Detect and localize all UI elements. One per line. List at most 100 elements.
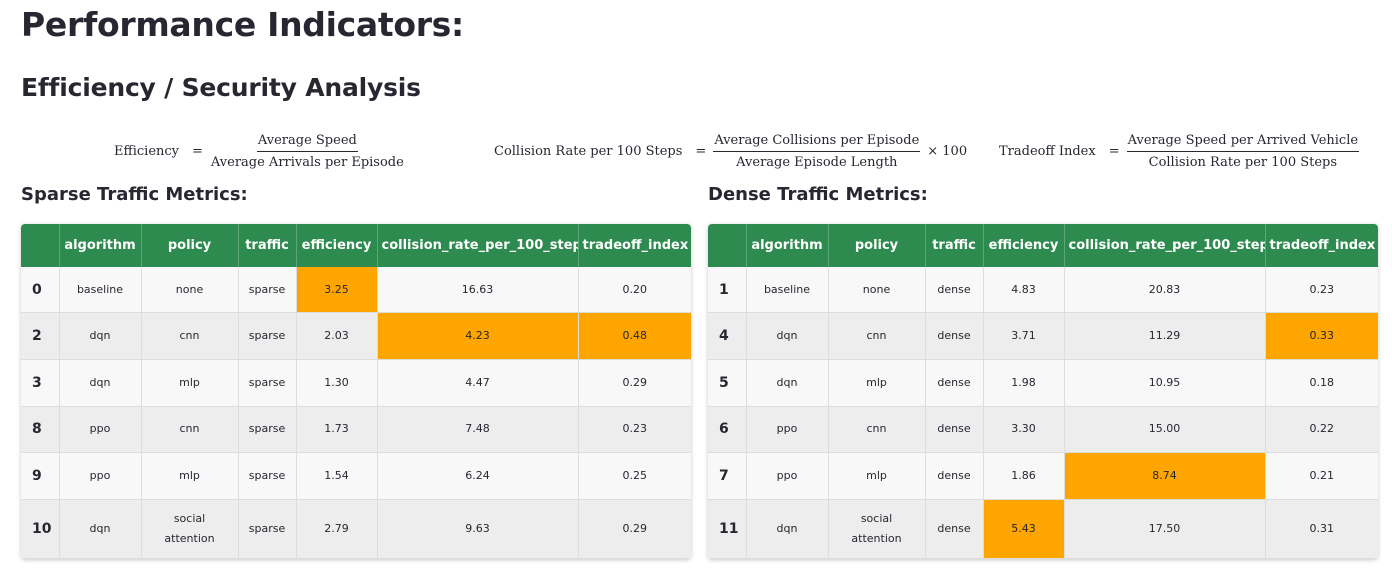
cell-collision-rate: 11.29 (1064, 312, 1266, 360)
cell-tradeoff-index: 0.29 (578, 359, 691, 407)
cell-traffic: sparse (238, 359, 297, 407)
cell-efficiency: 1.98 (983, 359, 1065, 407)
row-index: 7 (708, 452, 747, 500)
column-header-index[interactable] (21, 224, 60, 267)
cell-traffic: dense (925, 312, 984, 360)
cell-policy-line2: attention (851, 532, 902, 545)
row-index: 3 (21, 359, 60, 407)
cell-collision-rate: 10.95 (1064, 359, 1266, 407)
table-row: 6 ppo cnn dense 3.30 15.00 0.22 (708, 406, 1378, 454)
column-header-efficiency[interactable]: efficiency (296, 224, 378, 267)
cell-tradeoff-index: 0.18 (1265, 359, 1378, 407)
formula-lhs: Collision Rate per 100 Steps (494, 143, 683, 159)
column-header-traffic[interactable]: traffic (925, 224, 984, 267)
cell-algorithm: baseline (746, 267, 829, 314)
row-index: 1 (708, 267, 747, 314)
table-row: 11 dqn social attention dense 5.43 17.50… (708, 499, 1378, 559)
cell-traffic: dense (925, 267, 984, 314)
cell-tradeoff-index: 0.23 (578, 406, 691, 454)
table-row: 9 ppo mlp sparse 1.54 6.24 0.25 (21, 452, 691, 500)
table-row: 0 baseline none sparse 3.25 16.63 0.20 (21, 267, 691, 314)
formula-equals: = (695, 143, 707, 159)
cell-policy-line2: attention (164, 532, 215, 545)
cell-collision-rate: 15.00 (1064, 406, 1266, 454)
cell-collision-rate: 4.23 (377, 312, 579, 360)
table-row: 1 baseline none dense 4.83 20.83 0.23 (708, 267, 1378, 314)
formula-denominator: Collision Rate per 100 Steps (1148, 154, 1338, 170)
row-index: 8 (21, 406, 60, 454)
formula-numerator: Average Speed (256, 132, 358, 152)
table-row: 4 dqn cnn dense 3.71 11.29 0.33 (708, 312, 1378, 360)
column-header-tradeoff-index[interactable]: tradeoff_index (578, 224, 691, 267)
cell-traffic: dense (925, 499, 984, 559)
formula-fraction: Average Collisions per Episode Average E… (713, 132, 921, 171)
cell-collision-rate: 6.24 (377, 452, 579, 500)
table-header-row: algorithm policy traffic efficiency coll… (21, 224, 691, 267)
cell-tradeoff-index: 0.22 (1265, 406, 1378, 454)
formula-denominator: Average Arrivals per Episode (210, 154, 404, 170)
table-row: 5 dqn mlp dense 1.98 10.95 0.18 (708, 359, 1378, 407)
cell-policy: none (141, 267, 239, 314)
formula-fraction: Average Speed Average Arrivals per Episo… (210, 132, 405, 171)
cell-collision-rate: 20.83 (1064, 267, 1266, 314)
cell-collision-rate: 7.48 (377, 406, 579, 454)
cell-tradeoff-index: 0.33 (1265, 312, 1378, 360)
row-index: 5 (708, 359, 747, 407)
cell-collision-rate: 17.50 (1064, 499, 1266, 559)
row-index: 10 (21, 499, 60, 559)
cell-collision-rate: 8.74 (1064, 452, 1266, 500)
table-header-row: algorithm policy traffic efficiency coll… (708, 224, 1378, 267)
dense-table-title: Dense Traffic Metrics: (708, 184, 928, 205)
sparse-metrics-table: algorithm policy traffic efficiency coll… (21, 224, 691, 559)
table-row: 7 ppo mlp dense 1.86 8.74 0.21 (708, 452, 1378, 500)
formula-equals: = (1108, 143, 1120, 159)
cell-tradeoff-index: 0.20 (578, 267, 691, 314)
cell-efficiency: 1.73 (296, 406, 378, 454)
cell-algorithm: ppo (59, 406, 142, 454)
cell-efficiency: 1.54 (296, 452, 378, 500)
column-header-collision-rate[interactable]: collision_rate_per_100_steps (1064, 224, 1266, 267)
cell-policy: mlp (141, 452, 239, 500)
cell-efficiency: 3.30 (983, 406, 1065, 454)
cell-traffic: sparse (238, 499, 297, 559)
cell-tradeoff-index: 0.48 (578, 312, 691, 360)
cell-tradeoff-index: 0.21 (1265, 452, 1378, 500)
column-header-traffic[interactable]: traffic (238, 224, 297, 267)
tradeoff-index-formula: Tradeoff Index = Average Speed per Arriv… (999, 130, 1360, 172)
cell-efficiency: 3.25 (296, 267, 378, 314)
cell-policy: cnn (141, 406, 239, 454)
cell-efficiency: 2.79 (296, 499, 378, 559)
cell-traffic: sparse (238, 267, 297, 314)
cell-algorithm: baseline (59, 267, 142, 314)
formula-lhs: Tradeoff Index (999, 143, 1096, 159)
cell-policy: social attention (828, 499, 926, 559)
cell-algorithm: dqn (59, 499, 142, 559)
table-row: 10 dqn social attention sparse 2.79 9.63… (21, 499, 691, 559)
formula-numerator: Average Speed per Arrived Vehicle (1126, 132, 1360, 152)
cell-algorithm: dqn (59, 312, 142, 360)
table-row: 2 dqn cnn sparse 2.03 4.23 0.48 (21, 312, 691, 360)
cell-traffic: dense (925, 406, 984, 454)
column-header-tradeoff-index[interactable]: tradeoff_index (1265, 224, 1378, 267)
row-index: 2 (21, 312, 60, 360)
cell-algorithm: ppo (746, 452, 829, 500)
row-index: 6 (708, 406, 747, 454)
column-header-policy[interactable]: policy (828, 224, 926, 267)
cell-tradeoff-index: 0.25 (578, 452, 691, 500)
cell-efficiency: 5.43 (983, 499, 1065, 559)
column-header-algorithm[interactable]: algorithm (59, 224, 142, 267)
column-header-efficiency[interactable]: efficiency (983, 224, 1065, 267)
cell-tradeoff-index: 0.23 (1265, 267, 1378, 314)
cell-policy: mlp (141, 359, 239, 407)
column-header-algorithm[interactable]: algorithm (746, 224, 829, 267)
cell-policy-line1: social (860, 512, 893, 525)
column-header-policy[interactable]: policy (141, 224, 239, 267)
row-index: 11 (708, 499, 747, 559)
cell-algorithm: dqn (746, 499, 829, 559)
column-header-collision-rate[interactable]: collision_rate_per_100_steps (377, 224, 579, 267)
formula-fraction: Average Speed per Arrived Vehicle Collis… (1126, 132, 1360, 171)
row-index: 0 (21, 267, 60, 314)
cell-collision-rate: 9.63 (377, 499, 579, 559)
column-header-index[interactable] (708, 224, 747, 267)
cell-tradeoff-index: 0.29 (578, 499, 691, 559)
